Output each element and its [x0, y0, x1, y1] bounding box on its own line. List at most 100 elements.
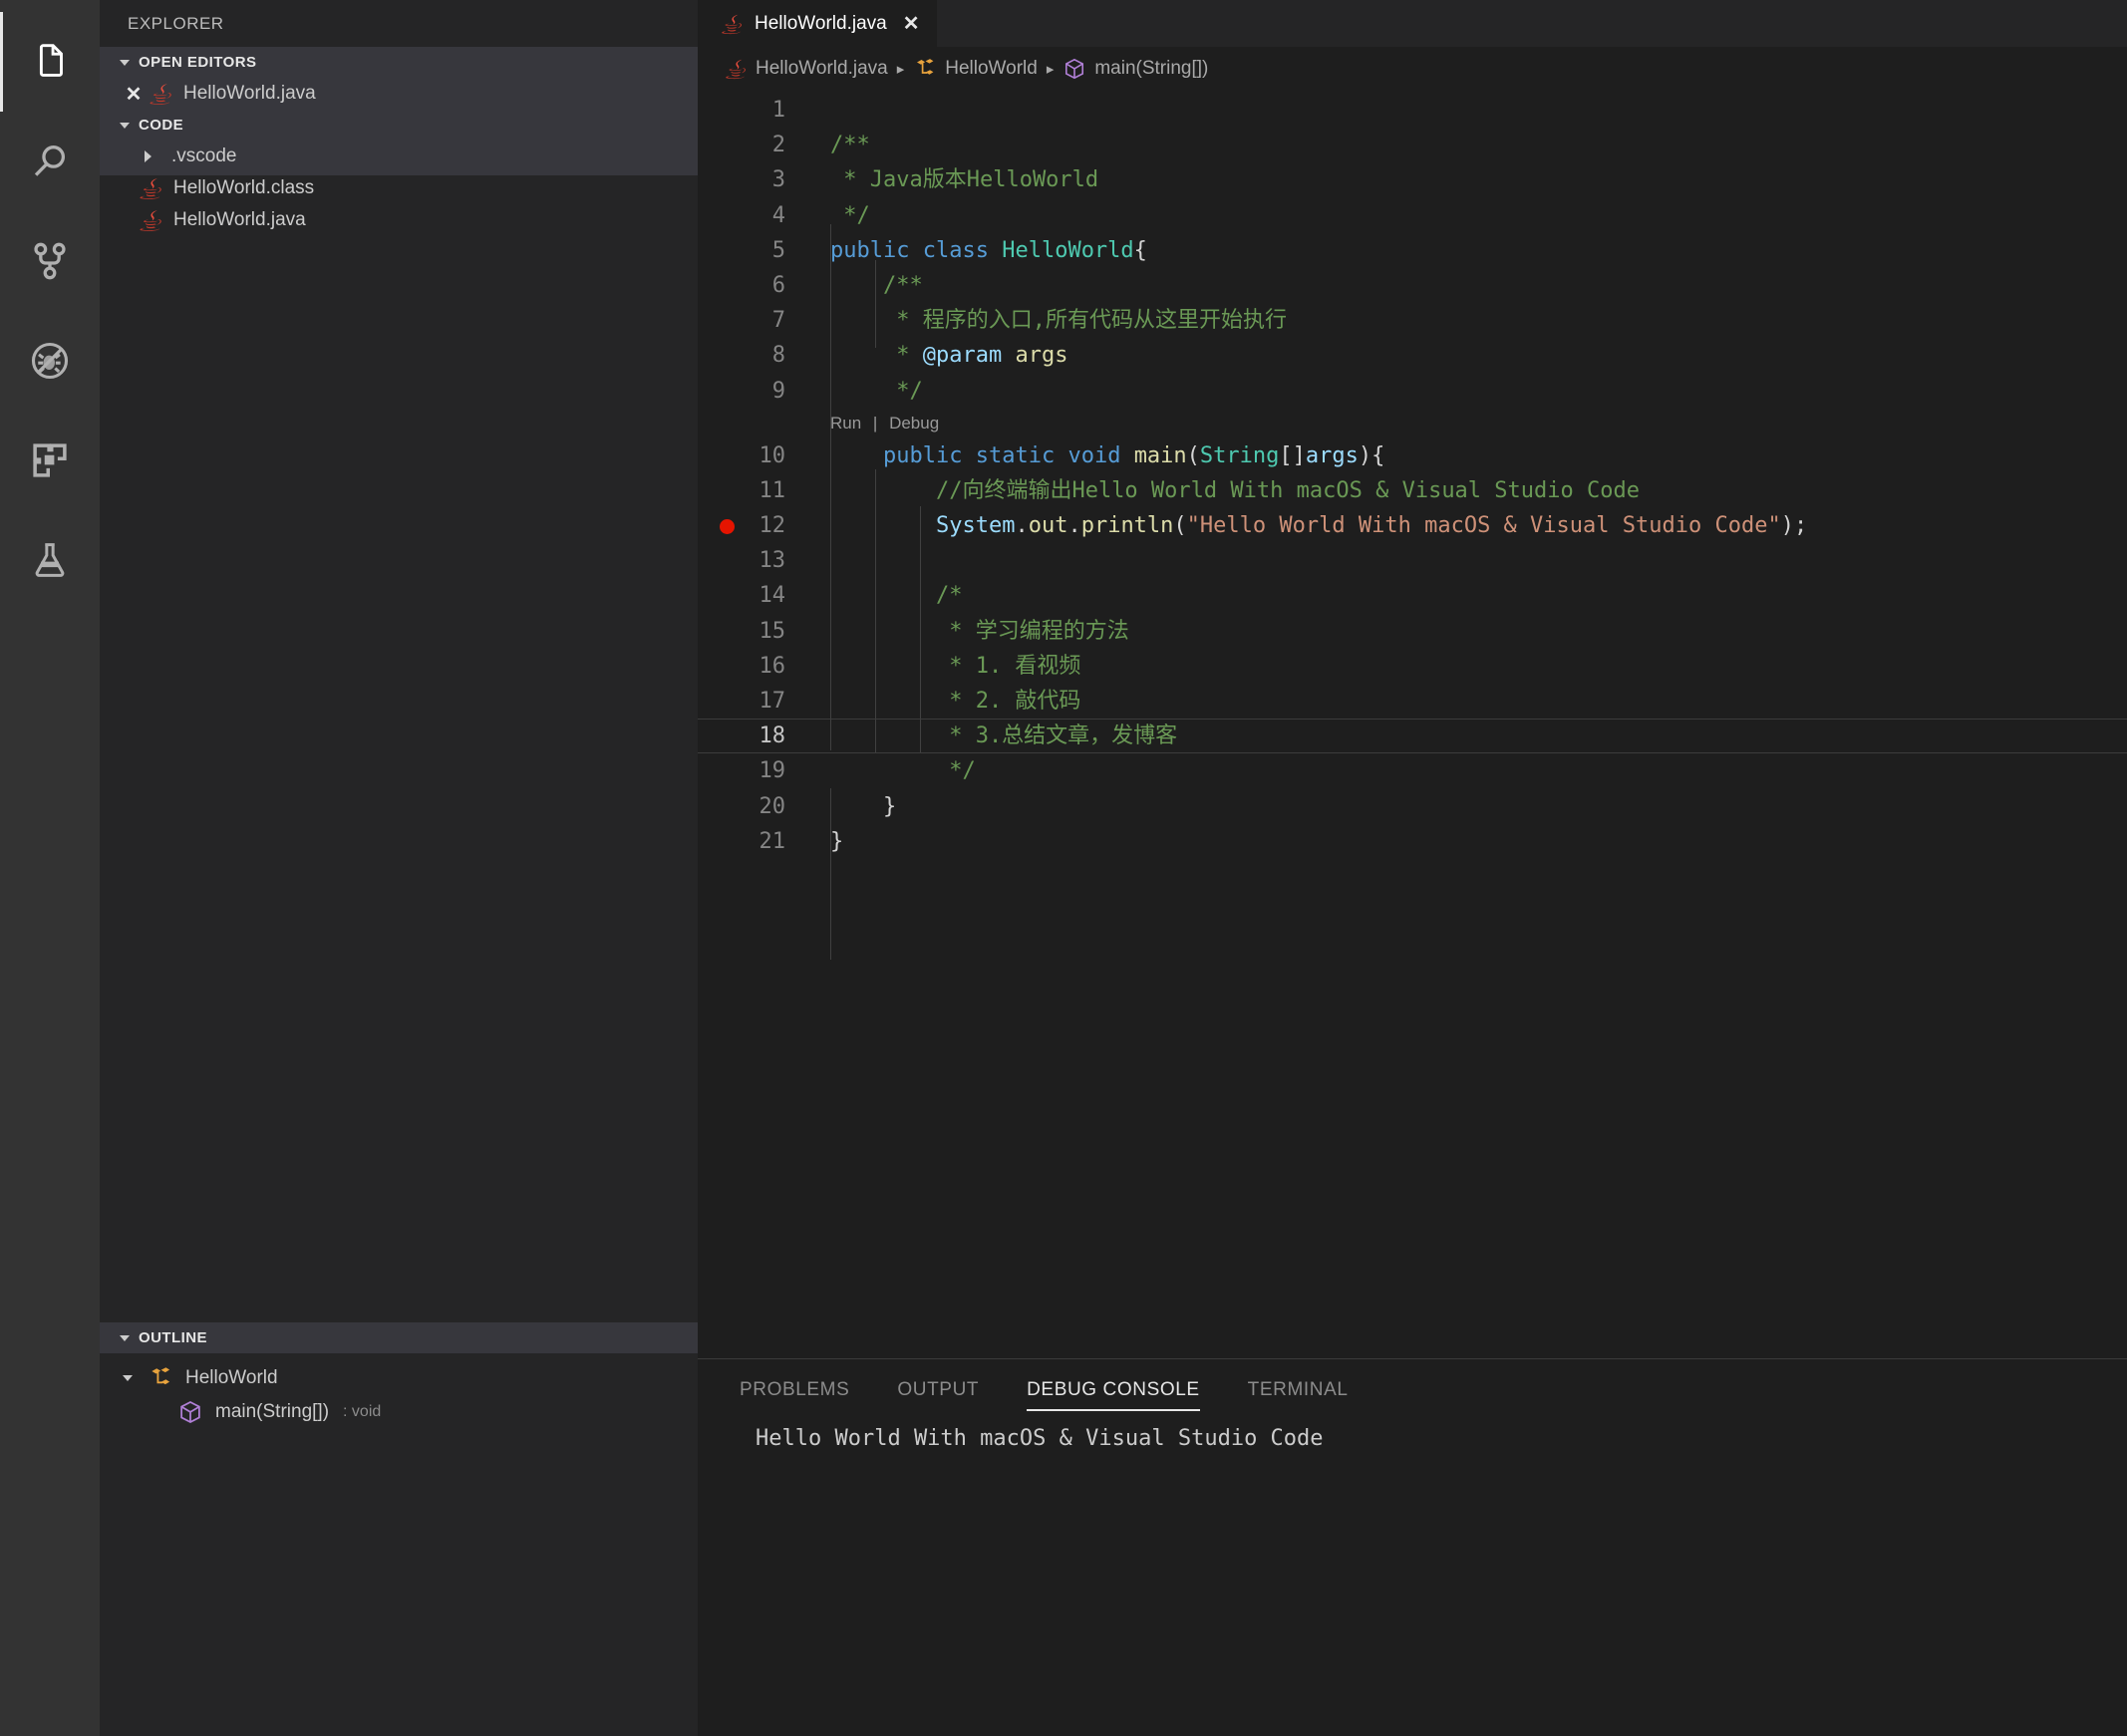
code-line[interactable]: 16 * 1. 看视频 [698, 649, 2127, 684]
outline-item-detail: : void [343, 1403, 382, 1420]
files-icon [27, 39, 73, 85]
code-line[interactable]: 21 } [698, 824, 2127, 859]
chevron-down-icon [115, 122, 135, 129]
code-line[interactable]: 7 * 程序的入口,所有代码从这里开始执行 [698, 303, 2127, 338]
code-line[interactable]: 6 /** [698, 268, 2127, 303]
explorer-item-label: HelloWorld.class [173, 177, 315, 198]
line-number: 1 [771, 98, 785, 123]
codelens-run-action[interactable]: Run [830, 414, 861, 433]
method-icon [177, 1399, 203, 1425]
code-line[interactable]: 4 */ [698, 198, 2127, 233]
sidebar: EXPLORER OPEN EDITORS ✕ HelloWorld.java … [100, 0, 698, 1736]
outline-body: HelloWorld main(String[]) : void [100, 1353, 698, 1429]
java-icon [720, 12, 746, 36]
explorer-item-vscode[interactable]: .vscode [100, 141, 698, 172]
line-text: * 程序的入口,所有代码从这里开始执行 [830, 308, 1287, 334]
line-text: * 学习编程的方法 [830, 618, 1129, 644]
line-text: public static void main(String[]args){ [882, 442, 1385, 468]
code-line[interactable]: 15 * 学习编程的方法 [698, 614, 2127, 649]
activitybar-item-run-debug[interactable] [0, 311, 100, 411]
activity-bar [0, 0, 100, 1736]
open-editor-item[interactable]: ✕ HelloWorld.java [100, 78, 698, 110]
section-outline[interactable]: OUTLINE [100, 1322, 698, 1353]
line-number: 5 [771, 237, 785, 263]
tab-terminal[interactable]: TERMINAL [1248, 1359, 1349, 1421]
code-line[interactable]: 3 * Java版本HelloWorld [698, 162, 2127, 197]
line-number: 4 [771, 202, 785, 228]
chevron-down-icon[interactable] [118, 1375, 138, 1381]
code-line[interactable]: 12 System.out.println("Hello World With … [698, 508, 2127, 543]
line-number: 16 [759, 653, 786, 679]
beaker-icon [29, 539, 71, 581]
codelens-debug-action[interactable]: Debug [889, 414, 939, 433]
line-text: /** [830, 272, 923, 298]
close-icon[interactable]: ✕ [903, 11, 920, 36]
code-editor[interactable]: 1 2 /** 3 * Java版本HelloWorld 4 */ 5 publ… [698, 91, 2127, 1358]
code-area[interactable]: 1 2 /** 3 * Java版本HelloWorld 4 */ 5 publ… [698, 91, 2127, 960]
outline-item-method[interactable]: main(String[]) : void [100, 1395, 698, 1429]
tab-helloworld-java[interactable]: HelloWorld.java ✕ [698, 0, 938, 47]
breadcrumb-label: HelloWorld.java [756, 58, 888, 79]
explorer-item-helloworld-java[interactable]: HelloWorld.java [100, 204, 698, 236]
explorer-body: OPEN EDITORS ✕ HelloWorld.java CODE .vsc… [100, 47, 698, 1736]
code-line[interactable]: 1 [698, 93, 2127, 128]
bottom-panel: PROBLEMS OUTPUT DEBUG CONSOLE TERMINAL H… [698, 1358, 2127, 1736]
code-line[interactable]: 19 */ [698, 753, 2127, 788]
breadcrumb-item-class[interactable]: HelloWorld [913, 57, 1038, 81]
line-number: 13 [759, 548, 786, 574]
activitybar-item-extensions[interactable] [0, 411, 100, 510]
activitybar-item-source-control[interactable] [0, 211, 100, 311]
code-line[interactable]: 5 public class HelloWorld{ [698, 233, 2127, 268]
line-number: 7 [771, 308, 785, 334]
outline-item-class[interactable]: HelloWorld [100, 1361, 698, 1395]
java-icon [148, 81, 173, 107]
debug-console-output: Hello World With macOS & Visual Studio C… [756, 1426, 1324, 1451]
explorer-item-label: HelloWorld.java [173, 209, 306, 230]
activitybar-item-search[interactable] [0, 112, 100, 211]
code-line[interactable]: 11 //向终端输出Hello World With macOS & Visua… [698, 473, 2127, 508]
tab-output[interactable]: OUTPUT [897, 1359, 979, 1421]
breadcrumb-label: HelloWorld [945, 58, 1038, 79]
panel-tab-label: DEBUG CONSOLE [1027, 1379, 1200, 1400]
open-editor-label: HelloWorld.java [183, 83, 316, 104]
code-line[interactable]: 13 [698, 543, 2127, 578]
editor-group: HelloWorld.java ✕ HelloWorld.java ▸ Hell… [698, 0, 2127, 1736]
code-line-current[interactable]: 18 * 3.总结文章，发博客 [698, 719, 2127, 754]
line-number: 12 [759, 513, 786, 539]
code-line[interactable]: 14 /* [698, 578, 2127, 613]
codelens-row: Run | Debug [698, 409, 2127, 438]
explorer-item-label: .vscode [171, 145, 237, 166]
line-text: * 2. 敲代码 [830, 689, 1081, 714]
section-code[interactable]: CODE [100, 110, 698, 141]
outline-panel: OUTLINE HelloWorld main(String[]): void [100, 1322, 698, 1736]
activitybar-item-testing[interactable] [0, 510, 100, 610]
line-number: 6 [771, 272, 785, 298]
tab-debug-console[interactable]: DEBUG CONSOLE [1027, 1359, 1200, 1421]
line-number: 20 [759, 793, 786, 819]
java-icon [724, 57, 748, 81]
panel-tab-label: TERMINAL [1247, 1379, 1349, 1400]
line-number: 14 [759, 583, 786, 609]
panel-tab-bar: PROBLEMS OUTPUT DEBUG CONSOLE TERMINAL [698, 1359, 2127, 1421]
code-line[interactable]: 8 * @param args [698, 338, 2127, 373]
line-text: } [830, 828, 844, 854]
code-line[interactable]: 2 /** [698, 128, 2127, 162]
code-line[interactable]: 20 } [698, 789, 2127, 824]
activitybar-item-explorer[interactable] [0, 12, 100, 112]
sidebar-title: EXPLORER [100, 0, 698, 47]
line-text: * 3.总结文章，发博客 [830, 723, 1178, 749]
breadcrumb-item-file[interactable]: HelloWorld.java [724, 57, 888, 81]
line-number: 11 [759, 477, 786, 503]
close-icon[interactable]: ✕ [120, 82, 148, 107]
chevron-right-icon[interactable] [138, 150, 157, 162]
codelens-separator: | [872, 413, 878, 433]
section-open-editors[interactable]: OPEN EDITORS [100, 47, 698, 78]
panel-tab-label: OUTPUT [897, 1379, 980, 1400]
code-line[interactable]: 17 * 2. 敲代码 [698, 684, 2127, 719]
tab-problems[interactable]: PROBLEMS [740, 1359, 849, 1421]
code-line[interactable]: 10 public static void main(String[]args)… [698, 438, 2127, 473]
tab-bar: HelloWorld.java ✕ [698, 0, 2127, 47]
breadcrumb-item-method[interactable]: main(String[]) [1063, 57, 1208, 81]
explorer-item-helloworld-class[interactable]: HelloWorld.class [100, 172, 698, 204]
code-line[interactable]: 9 */ [698, 374, 2127, 409]
